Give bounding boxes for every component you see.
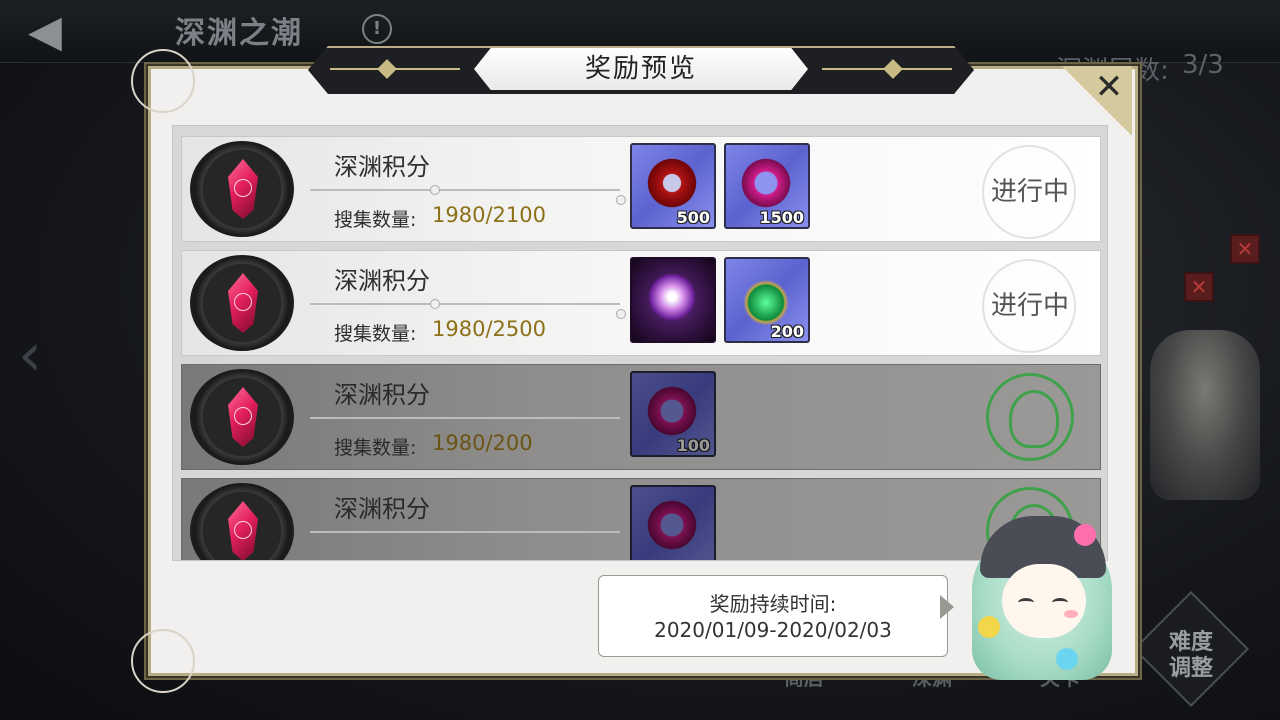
circuit-node <box>616 309 626 319</box>
magenta-gear-icon <box>738 155 794 211</box>
status-badge: 进行中 <box>990 177 1069 207</box>
depth-value: 3/3 <box>1182 50 1224 80</box>
reward-title: 深渊积分 <box>334 153 430 181</box>
circuit-node <box>430 185 440 195</box>
duration-value: 2020/01/09-2020/02/03 <box>654 618 892 642</box>
circuit-node <box>616 195 626 205</box>
blue-ball-icon <box>1056 648 1078 670</box>
item-count: 500 <box>676 208 710 227</box>
yellow-ball-icon <box>978 616 1000 638</box>
mascot-eye <box>1018 598 1034 607</box>
mascot-blush <box>1064 610 1078 618</box>
crystal-rune <box>234 407 252 425</box>
progress-value: 1980/2500 <box>432 317 546 341</box>
gem-emblem <box>190 483 294 560</box>
reward-row: 深渊积分 搜集数量: 1980/2100 500 1500 进行中 <box>181 136 1101 242</box>
magenta-gear-icon <box>644 497 700 553</box>
circuit-line <box>310 417 620 419</box>
locked-node-icon: ✕ <box>1184 272 1214 302</box>
character-portrait <box>1150 330 1260 500</box>
claimed-stamp-icon <box>986 373 1074 461</box>
reward-row: 深渊积分 搜集数量: 1980/2500 200 进行中 <box>181 250 1101 356</box>
mascot-eye <box>1052 598 1068 607</box>
progress-label: 搜集数量: <box>334 209 417 231</box>
progress-label: 搜集数量: <box>334 437 417 459</box>
gem-emblem <box>190 255 294 351</box>
item-count: 1500 <box>759 208 804 227</box>
item-count: 200 <box>770 322 804 341</box>
reward-item[interactable]: 1500 <box>724 143 810 229</box>
progress-value: 1980/2100 <box>432 203 546 227</box>
reward-item[interactable] <box>630 257 716 343</box>
page-title: 深渊之潮 <box>175 16 303 51</box>
left-arrow-icon[interactable]: ‹ <box>18 320 42 390</box>
progress-value: 1980/200 <box>432 431 533 455</box>
circuit-line <box>310 303 620 305</box>
duration-label: 奖励持续时间: <box>709 592 837 616</box>
info-icon[interactable]: ! <box>362 14 392 44</box>
corner-ornament <box>131 629 195 693</box>
reward-list[interactable]: 深渊积分 搜集数量: 1980/2100 500 1500 进行中 深渊积分 搜… <box>172 125 1108 561</box>
reward-title: 深渊积分 <box>334 267 430 295</box>
winged-emblem-icon <box>644 269 700 325</box>
reward-title: 深渊积分 <box>334 495 430 523</box>
crystal-rune <box>234 179 252 197</box>
circuit-node <box>430 299 440 309</box>
circuit-line <box>310 531 620 533</box>
reward-item[interactable] <box>630 485 716 560</box>
dialog-title: 奖励预览 <box>584 54 697 84</box>
crystal-rune <box>234 521 252 539</box>
pink-ball-icon <box>1074 524 1096 546</box>
reward-item[interactable]: 500 <box>630 143 716 229</box>
red-gear-icon <box>644 155 700 211</box>
reward-item[interactable]: 200 <box>724 257 810 343</box>
gem-emblem <box>190 141 294 237</box>
progress-label: 搜集数量: <box>334 323 417 345</box>
locked-node-icon: ✕ <box>1230 234 1260 264</box>
speech-bubble-tail <box>940 595 954 619</box>
claimed-stamp-mark <box>1009 390 1059 448</box>
green-potion-icon <box>738 269 794 325</box>
chibi-mascot <box>962 516 1132 684</box>
item-count: 100 <box>676 436 710 455</box>
mascot-face <box>1002 564 1086 638</box>
magenta-gear-icon <box>644 383 700 439</box>
status-badge: 进行中 <box>990 291 1069 321</box>
reward-item[interactable]: 100 <box>630 371 716 457</box>
close-icon[interactable]: ✕ <box>1092 70 1126 104</box>
gem-emblem <box>190 369 294 465</box>
reward-row: 深渊积分 搜集数量: 1980/200 100 <box>181 364 1101 470</box>
reward-title: 深渊积分 <box>334 381 430 409</box>
circuit-line <box>310 189 620 191</box>
crystal-rune <box>234 293 252 311</box>
duration-box: 奖励持续时间: 2020/01/09-2020/02/03 <box>598 575 948 657</box>
corner-ornament <box>131 49 195 113</box>
back-arrow-icon[interactable]: ◀ <box>28 10 88 54</box>
difficulty-button-label: 难度 调整 <box>1168 630 1213 681</box>
